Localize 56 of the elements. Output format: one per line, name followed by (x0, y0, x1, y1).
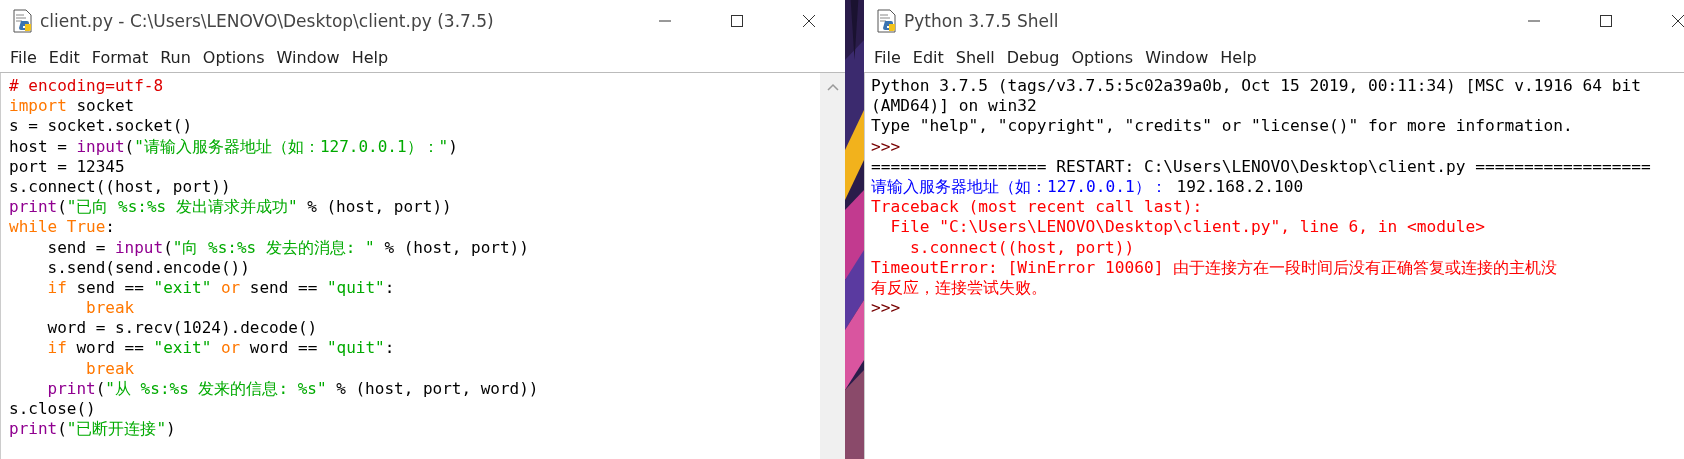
menu-item[interactable]: Help (345, 45, 395, 69)
minimize-icon (658, 20, 672, 22)
code-line: break (85, 358, 136, 379)
menu-item[interactable]: Options (196, 45, 271, 69)
window-title: Python 3.7.5 Shell (904, 11, 1059, 31)
code-line: print("已断开连接") (9, 419, 177, 440)
code-line: Traceback (most recent call last): (871, 197, 1204, 218)
code-line: s = socket.socket() (9, 116, 194, 137)
code-line: 有反应，连接尝试失败。 (871, 277, 1048, 299)
maximize-icon (730, 14, 744, 28)
scrollbar[interactable] (820, 73, 845, 459)
code-line: File "C:\Users\LENOVO\Desktop\client.py", line 6, in <module> (889, 217, 1486, 238)
menu-item[interactable]: File (868, 45, 907, 69)
code-line: port = 12345 (9, 156, 126, 177)
code-line: # encoding=utf-8 (9, 76, 165, 97)
code-line: s.send(send.encode()) (46, 257, 251, 278)
menu-item[interactable]: Format (85, 45, 155, 69)
menu-item[interactable]: Run (154, 45, 197, 69)
scroll-up-icon (826, 83, 839, 91)
code-line: print("从 %s:%s 发来的信息: %s" % (host, port, word)) (46, 378, 540, 399)
menu-item[interactable]: Edit (42, 45, 86, 69)
code-line: while True: (9, 217, 116, 238)
menu-item[interactable]: Window (1139, 45, 1215, 69)
maximize-icon (1599, 14, 1613, 28)
code-line: ================== RESTART: C:\Users\LENOVO\Desktop\client.py ================== (871, 156, 1652, 177)
code-line: Python 3.7.5 (tags/v3.7.5:5c02a39a0b, Oct 15 2019, 00:11:34) [MSC v.1916 64 bit (871, 76, 1642, 97)
close-icon (1671, 14, 1684, 28)
menu-item[interactable]: Shell (949, 45, 1001, 69)
code-line: print("已向 %s:%s 发出请求并成功" % (host, port)) (9, 197, 453, 218)
code-line: host = input("请输入服务器地址（如：127.0.0.1）：") (9, 136, 459, 157)
menu-item[interactable]: Help (1214, 45, 1263, 69)
code-line: break (85, 298, 136, 319)
code-line: s.close() (9, 399, 97, 420)
code-line: Type "help", "copyright", "credits" or "license()" for more information. (871, 116, 1574, 137)
minimize-icon (1527, 20, 1541, 22)
code-line: >>> (871, 298, 902, 319)
code-line: import socket (9, 96, 136, 117)
code-line: s.connect((host, port)) (908, 237, 1136, 258)
code-line: TimeoutError: [WinError 10060] 由于连接方在一段时间后没有正确答复或连接的主机没 (871, 257, 1559, 278)
code-line: send = input("向 %s:%s 发去的消息: " % (host, port)) (46, 237, 530, 258)
idle-file-icon (12, 9, 34, 33)
menu-item[interactable]: Window (270, 45, 346, 69)
menu-item[interactable]: Options (1065, 45, 1140, 69)
code-line: 请输入服务器地址（如：127.0.0.1）： 192.168.2.100 (871, 176, 1305, 198)
code-line: if word == "exit" or word == "quit": (46, 338, 396, 359)
close-icon (802, 14, 816, 28)
menu-item[interactable]: Debug (1000, 45, 1066, 69)
code-line: if send == "exit" or send == "quit": (46, 277, 396, 299)
code-line: word = s.recv(1024).decode() (46, 318, 319, 339)
menu-item[interactable]: Edit (906, 45, 950, 69)
code-line: >>> (871, 136, 902, 157)
code-line: (AMD64)] on win32 (871, 96, 1038, 117)
window-title: client.py - C:\Users\LENOVO\Desktop\client.py (3.7.5) (40, 11, 494, 31)
menu-item[interactable]: File (4, 45, 43, 69)
idle-file-icon (876, 9, 898, 33)
code-line: s.connect((host, port)) (9, 176, 232, 198)
